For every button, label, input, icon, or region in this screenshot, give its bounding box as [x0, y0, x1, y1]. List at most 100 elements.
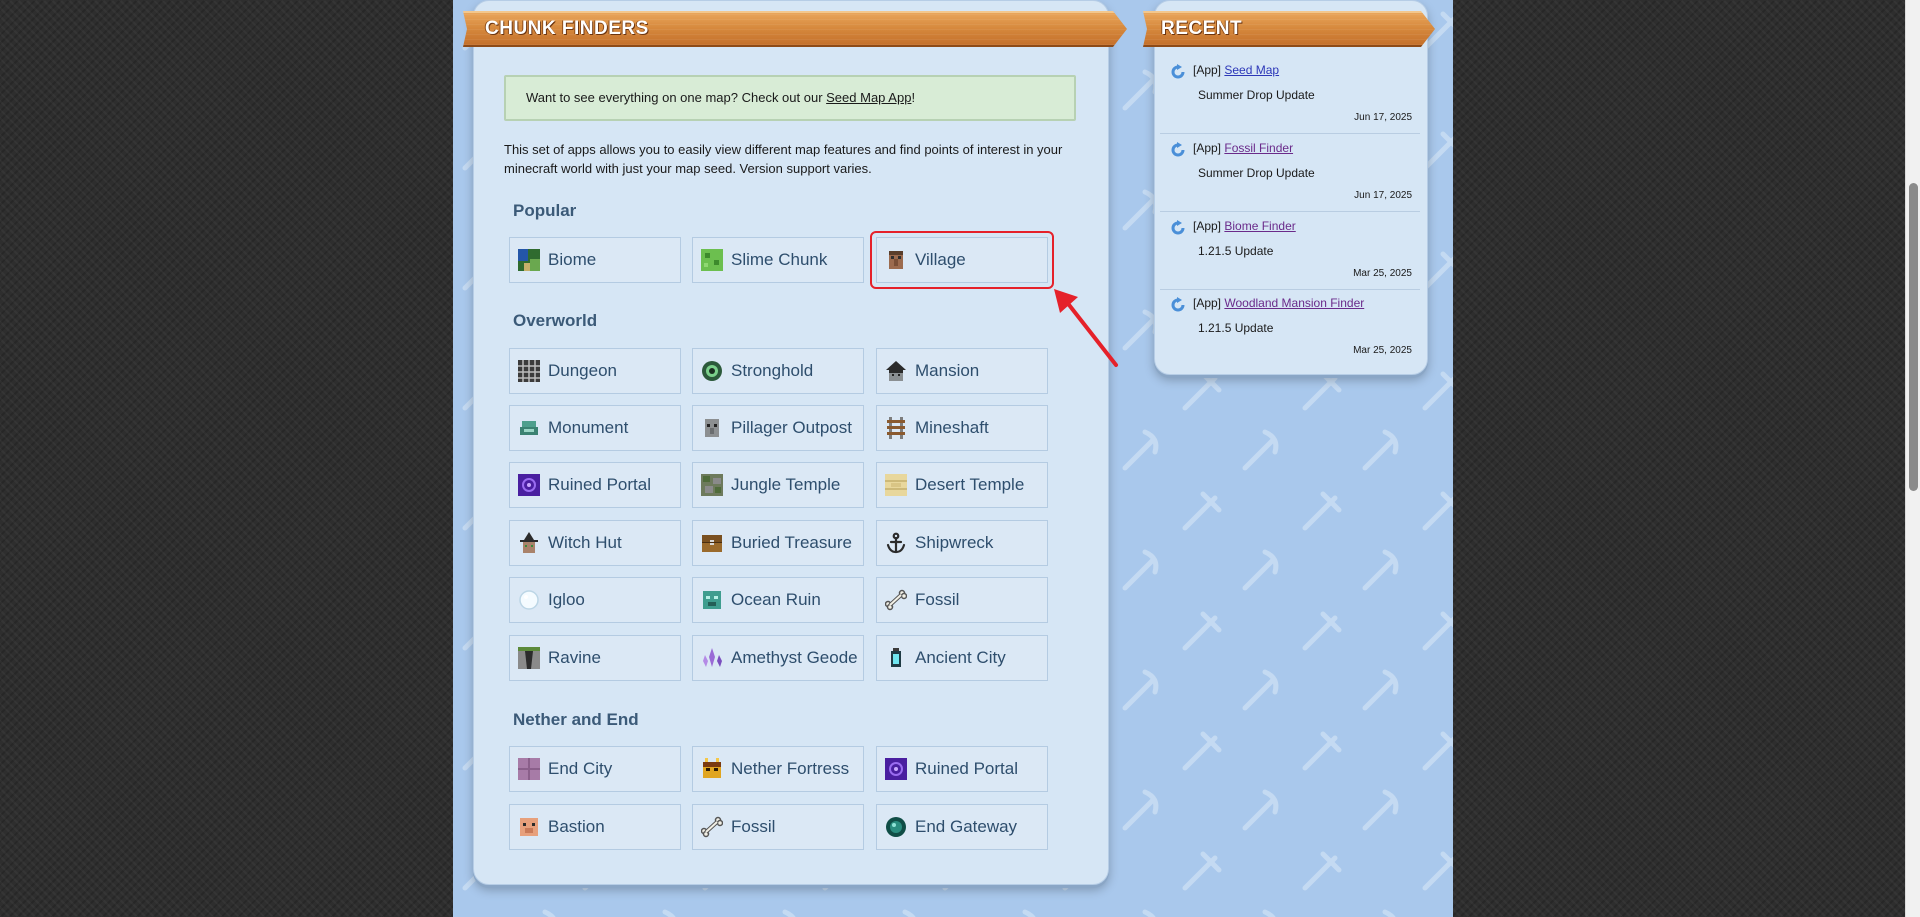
recent-line: [App] Fossil Finder [1193, 141, 1293, 155]
recent-date: Jun 17, 2025 [1354, 190, 1412, 201]
app-label: Amethyst Geode [731, 648, 858, 667]
app-label: Jungle Temple [731, 475, 841, 494]
pillager-icon [705, 419, 719, 437]
app-amethyst-geode[interactable]: Amethyst Geode [692, 635, 864, 681]
app-label: Ancient City [915, 648, 1006, 667]
recent-desc: Summer Drop Update [1198, 88, 1315, 102]
recent-item: [App] Biome Finder 1.21.5 Update Mar 25,… [1160, 214, 1420, 290]
app-monument[interactable]: Monument [509, 405, 681, 451]
rail-icon [887, 417, 905, 439]
update-refresh-icon [1171, 64, 1185, 79]
biome-icon [518, 249, 540, 271]
mossy-cobblestone-icon [701, 474, 723, 496]
recent-line: [App] Seed Map [1193, 63, 1279, 77]
recent-line: [App] Woodland Mansion Finder [1193, 296, 1364, 310]
app-nether-fortress[interactable]: Nether Fortress [692, 746, 864, 792]
village-highlight-box [870, 231, 1054, 289]
chest-icon [702, 535, 722, 552]
app-label: Ruined Portal [548, 475, 652, 494]
recent-link-woodland-mansion-finder[interactable]: Woodland Mansion Finder [1224, 296, 1364, 310]
app-slime-chunk[interactable]: Slime Chunk [692, 237, 864, 283]
sandstone-icon [885, 474, 907, 496]
scrollbar-thumb[interactable] [1909, 183, 1918, 491]
section-heading-nether-end: Nether and End [513, 710, 639, 729]
app-label: Pillager Outpost [731, 418, 852, 437]
recent-date: Mar 25, 2025 [1353, 345, 1412, 356]
recent-line: [App] Biome Finder [1193, 219, 1296, 233]
drowned-icon [703, 591, 721, 609]
app-label: Fossil [915, 590, 960, 609]
app-label: Fossil [731, 817, 776, 836]
app-ancient-city[interactable]: Ancient City [876, 635, 1048, 681]
page-scrollbar[interactable] [1905, 0, 1920, 917]
recent-desc: 1.21.5 Update [1198, 321, 1274, 335]
app-label: End City [548, 759, 613, 778]
app-fossil[interactable]: Fossil [876, 577, 1048, 623]
dungeon-icon [518, 360, 540, 382]
app-witch-hut[interactable]: Witch Hut [509, 520, 681, 566]
app-end-gateway[interactable]: End Gateway [876, 804, 1048, 850]
app-bastion[interactable]: Bastion [509, 804, 681, 850]
recent-link-seed-map[interactable]: Seed Map [1224, 63, 1279, 77]
piglin-icon [520, 818, 538, 836]
app-desert-temple[interactable]: Desert Temple [876, 462, 1048, 508]
chunk-finders-title: CHUNK FINDERS [485, 18, 649, 39]
app-label: Biome [548, 250, 597, 269]
app-ruined-portal[interactable]: Ruined Portal [509, 462, 681, 508]
witch-icon [520, 532, 538, 553]
app-label: Ocean Ruin [731, 590, 821, 609]
ravine-icon [518, 647, 540, 669]
app-ravine[interactable]: Ravine [509, 635, 681, 681]
app-stronghold[interactable]: Stronghold [692, 348, 864, 394]
recent-link-biome-finder[interactable]: Biome Finder [1224, 219, 1295, 233]
app-igloo[interactable]: Igloo [509, 577, 681, 623]
app-ocean-ruin[interactable]: Ocean Ruin [692, 577, 864, 623]
app-shipwreck[interactable]: Shipwreck [876, 520, 1048, 566]
illager-icon [886, 361, 906, 381]
app-end-city[interactable]: End City [509, 746, 681, 792]
app-label: Dungeon [548, 361, 618, 380]
app-label: Witch Hut [548, 533, 622, 552]
app-label: Mineshaft [915, 418, 989, 437]
recent-link-fossil-finder[interactable]: Fossil Finder [1224, 141, 1293, 155]
app-pillager-outpost[interactable]: Pillager Outpost [692, 405, 864, 451]
portal-icon [518, 474, 540, 496]
app-label: Ruined Portal [915, 759, 1019, 778]
soul-lantern-icon [891, 648, 901, 667]
recent-desc: Summer Drop Update [1198, 166, 1315, 180]
app-mineshaft[interactable]: Mineshaft [876, 405, 1048, 451]
app-fossil-nether[interactable]: Fossil [692, 804, 864, 850]
app-biome[interactable]: Biome [509, 237, 681, 283]
app-label: Mansion [915, 361, 980, 380]
notice-text: Want to see everything on one map? Check… [526, 90, 827, 105]
app-label: Monument [548, 418, 629, 437]
recent-date: Mar 25, 2025 [1353, 268, 1412, 279]
purpur-block-icon [518, 758, 540, 780]
annotation-arrow-icon [1054, 289, 1118, 367]
app-ruined-portal-nether[interactable]: Ruined Portal [876, 746, 1048, 792]
notice-suffix: ! [911, 90, 916, 105]
app-dungeon[interactable]: Dungeon [509, 348, 681, 394]
section-heading-overworld: Overworld [513, 311, 598, 330]
intro-text: This set of apps allows you to easily vi… [504, 142, 1063, 176]
slime-icon [701, 249, 723, 271]
blaze-icon [703, 758, 721, 778]
recent-tag: [App] [1193, 219, 1222, 233]
bone-icon [701, 816, 723, 838]
app-label: Stronghold [731, 361, 814, 380]
app-label: Desert Temple [915, 475, 1025, 494]
update-refresh-icon [1171, 220, 1185, 235]
recent-tag: [App] [1193, 296, 1222, 310]
app-buried-treasure[interactable]: Buried Treasure [692, 520, 864, 566]
app-jungle-temple[interactable]: Jungle Temple [692, 462, 864, 508]
app-mansion[interactable]: Mansion [876, 348, 1048, 394]
monument-icon [520, 421, 538, 435]
app-label: Igloo [548, 590, 585, 609]
bone-icon [885, 589, 907, 611]
ender-pearl-icon [886, 817, 906, 837]
ender-eye-icon [702, 361, 722, 381]
app-label: Shipwreck [915, 533, 994, 552]
seed-map-app-link[interactable]: Seed Map App [826, 90, 911, 105]
seed-map-notice: Want to see everything on one map? Check… [504, 75, 1076, 121]
app-label: End Gateway [915, 817, 1018, 836]
